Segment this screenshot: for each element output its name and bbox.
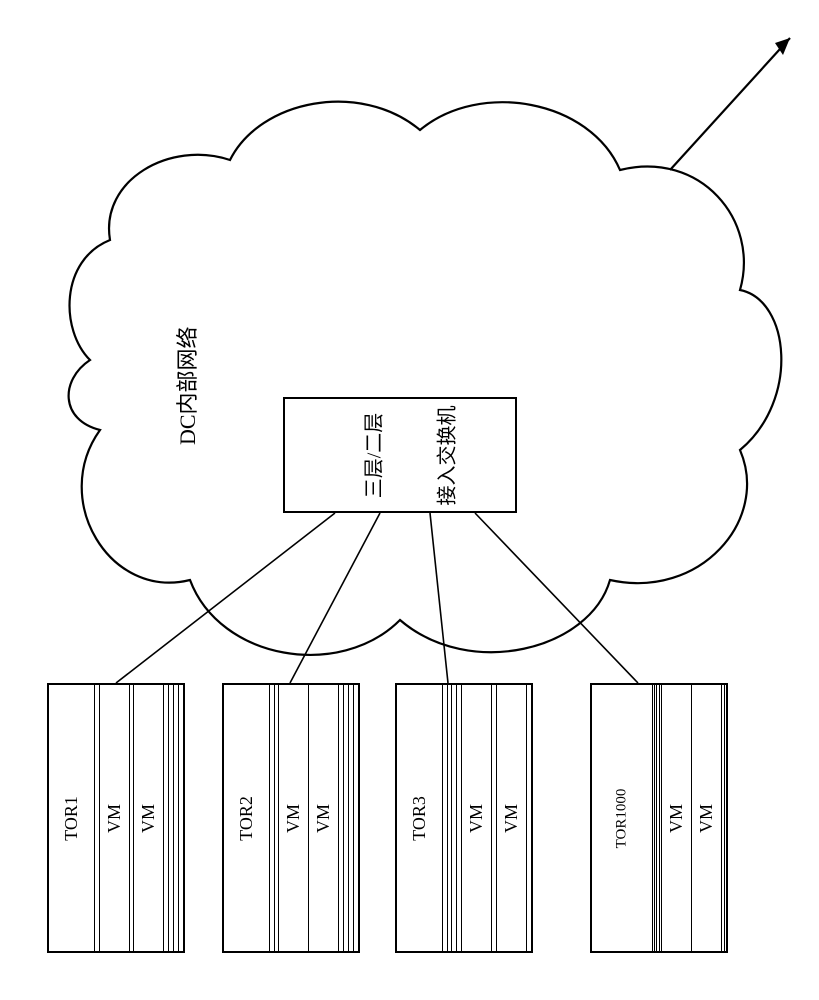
rack3-slot [526,685,531,951]
rack4-header: TOR1000 [592,685,652,951]
rack1-slot: VM [133,685,163,951]
rack-tor1: TOR1 VM VM [47,683,185,953]
rack2-slot: VM [308,685,338,951]
cloud-label: DC内部网络 [170,326,202,445]
rack3-header: TOR3 [397,685,442,951]
rack4-slot: VM [661,685,691,951]
rack1-slot: VM [99,685,129,951]
rack-tor3: TOR3 VM VM [395,683,533,953]
rack4-slot [724,685,726,951]
rack1-header: TOR1 [49,685,94,951]
rack3-slot: VM [461,685,491,951]
switch-line-1: 三层/二层 [358,412,387,498]
rack4-slot: VM [691,685,721,951]
rack1-slot [178,685,183,951]
rack-tor1000: TOR1000 VM VM [590,683,728,953]
rack2-slot: VM [278,685,308,951]
rack2-slot [353,685,358,951]
rack3-slot: VM [496,685,526,951]
diagram-canvas: DC内部网络 三层/二层 接入交换机 .sw-box > div { posit… [0,0,819,1000]
rack-tor2: TOR2 VM VM [222,683,360,953]
access-switch: 三层/二层 [283,397,517,513]
rack2-header: TOR2 [224,685,269,951]
